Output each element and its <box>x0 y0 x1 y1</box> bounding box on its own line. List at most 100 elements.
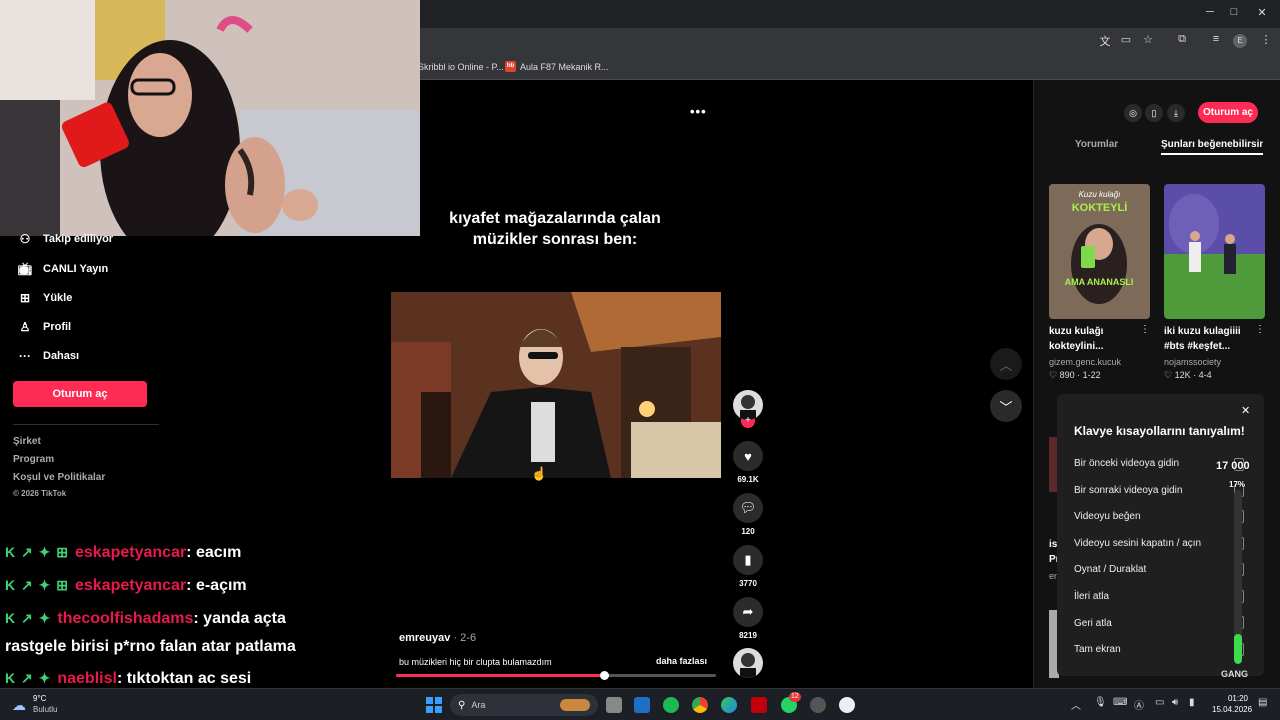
translate-icon[interactable]: 文 <box>1097 33 1113 49</box>
battery-icon[interactable]: ▮ <box>1189 697 1195 708</box>
tab-recommended[interactable]: Şunları beğenebilirsin <box>1161 139 1263 150</box>
card-likes: 890 <box>1059 370 1075 380</box>
cast-icon[interactable]: ▭ <box>1118 33 1134 46</box>
music-disc-icon[interactable] <box>733 648 763 678</box>
more-link[interactable]: daha fazlası <box>656 656 707 666</box>
weather-desc: Bulutlu <box>33 705 58 714</box>
sidebar-item-upload[interactable]: ⊞ Yükle <box>16 291 72 305</box>
edge-icon[interactable] <box>721 697 737 713</box>
video-progress-track[interactable] <box>396 671 716 680</box>
profile-icon: ♙ <box>19 320 31 334</box>
minimize-icon[interactable]: ─ <box>1200 6 1220 18</box>
windows-start-icon[interactable] <box>426 697 442 713</box>
comment-action[interactable]: 💬︎ 120 <box>732 493 764 536</box>
volume-icon[interactable]: 🔊︎ <box>1172 697 1178 708</box>
close-icon[interactable]: ✕ <box>1241 404 1250 417</box>
save-action[interactable]: ▮ 3770 <box>732 545 764 588</box>
clock-time[interactable]: 01:20 <box>1224 694 1248 703</box>
footer-link-program[interactable]: Program <box>13 454 54 465</box>
bookmark-icon[interactable]: ▮ <box>733 545 763 575</box>
game-app-icon[interactable] <box>810 697 826 713</box>
like-count: 69.1K <box>737 475 759 484</box>
chat-text: : e-açım <box>186 577 247 594</box>
shortcut-label: Oynat / Duraklat <box>1074 564 1147 575</box>
video-author-line: emreuyav · 2-6 <box>399 632 477 644</box>
chat-message: K ↗ ✦ naeblisl: tıktoktan ac sesi <box>5 670 251 688</box>
card-title[interactable]: kuzu kulağı kokteylini... <box>1049 324 1139 354</box>
microphone-icon[interactable]: 🎙︎ <box>1094 697 1107 708</box>
clock-date[interactable]: 15.04.2026 <box>1212 705 1252 714</box>
card-menu-icon[interactable]: ⋮ <box>1255 324 1265 335</box>
next-video-button[interactable]: ﹀ <box>990 390 1022 422</box>
card-stats: ♡ 890 · 1-22 <box>1049 370 1101 380</box>
sidebar-item-more[interactable]: ··· Dahası <box>16 349 79 363</box>
taskbar-search-box[interactable]: ⚲ Ara <box>450 694 598 716</box>
comment-icon[interactable]: 💬︎ <box>733 493 763 523</box>
weather-temp[interactable]: 9°C <box>33 694 46 703</box>
video-player[interactable] <box>391 292 721 478</box>
chrome-menu-icon[interactable]: ⋮ <box>1258 33 1274 46</box>
following-icon: ⚇ <box>19 232 31 246</box>
notification-icon[interactable]: ▤ <box>1258 697 1267 708</box>
sidebar-item-following[interactable]: ⚇ Takip ediliyor <box>16 232 113 246</box>
card-likes: 12K <box>1174 370 1191 380</box>
footer-link-terms[interactable]: Koşul ve Politikalar <box>13 472 105 483</box>
network-icon[interactable]: ▭ <box>1155 697 1164 708</box>
like-action[interactable]: ♥ 69.1K <box>732 441 764 484</box>
previous-video-button[interactable]: ︿ <box>990 348 1022 380</box>
music-disc-action[interactable] <box>732 648 764 678</box>
chat-text: : eacım <box>186 544 242 561</box>
shortcut-label: İleri atla <box>1074 591 1110 602</box>
chrome-icon[interactable] <box>692 697 708 713</box>
chat-text: : yanda açta <box>193 610 286 627</box>
sidebar-item-live[interactable]: 📺︎ CANLI Yayın <box>16 262 108 276</box>
recommended-thumbnail[interactable]: Kuzu kulağı KOKTEYLİ AMA ANANASLI <box>1049 184 1150 319</box>
profile-avatar-icon[interactable]: E <box>1233 34 1247 48</box>
recommended-thumbnail[interactable] <box>1164 184 1265 319</box>
chat-text: : tıktoktan ac sesi <box>116 670 252 687</box>
task-view-icon[interactable] <box>606 697 622 713</box>
star-icon[interactable]: ☆ <box>1140 33 1156 46</box>
download-icon[interactable]: ⤓ <box>1167 104 1185 122</box>
park-thumbnail-image <box>1164 184 1265 319</box>
share-icon[interactable]: ➦ <box>733 597 763 627</box>
video-menu-icon[interactable]: ••• <box>690 104 707 119</box>
photos-app-icon[interactable] <box>634 697 650 713</box>
language-icon[interactable]: Ⓐ <box>1134 697 1144 712</box>
card-menu-icon[interactable]: ⋮ <box>1140 324 1150 335</box>
maximize-icon[interactable]: □ <box>1224 6 1244 18</box>
caption-line: müzikler sonrası ben: <box>472 231 638 248</box>
header-login-button[interactable]: Oturum aç <box>1198 102 1258 123</box>
obs-icon[interactable] <box>839 697 855 713</box>
sidebar-item-profile[interactable]: ♙ Profil <box>16 320 72 334</box>
sidebar-login-button[interactable]: Oturum aç <box>13 381 147 407</box>
keyboard-shortcuts-popup: ✕ Klavye kısayollarını tanıyalım! Bir ön… <box>1057 394 1264 676</box>
close-icon[interactable]: ✕ <box>1252 6 1272 19</box>
card-title-line: kuzu kulağı <box>1049 326 1104 337</box>
bookmark-aula[interactable]: Aula F87 Mekanik R... <box>520 62 609 72</box>
extensions-icon[interactable]: ⧉ <box>1174 33 1190 46</box>
netflix-icon[interactable] <box>751 697 767 713</box>
chat-message: K ↗ ✦ ⊞ eskapetyancar: e-açım <box>5 577 247 595</box>
coin-icon[interactable]: ◎ <box>1124 104 1142 122</box>
share-action[interactable]: ➦ 8219 <box>732 597 764 640</box>
device-icon[interactable]: ▯ <box>1145 104 1163 122</box>
author-avatar-action[interactable]: + <box>732 390 764 428</box>
video-progress-knob[interactable] <box>600 671 609 680</box>
footer-link-company[interactable]: Şirket <box>13 436 41 447</box>
cloud-icon: ☁ <box>12 697 26 713</box>
author-name[interactable]: emreuyav <box>399 632 450 644</box>
chevron-up-icon[interactable]: ︿ <box>1071 697 1081 712</box>
keyboard-icon[interactable]: ⌨ <box>1113 697 1127 708</box>
share-count: 8219 <box>739 631 757 640</box>
shortcut-label: Videoyu beğen <box>1074 511 1141 522</box>
card-username[interactable]: nojamssociety <box>1164 357 1221 367</box>
reading-list-icon[interactable]: ≡ <box>1208 33 1224 45</box>
spotify-icon[interactable] <box>663 697 679 713</box>
card-username[interactable]: gizem.genc.kucuk <box>1049 357 1121 367</box>
bookmark-skribbl[interactable]: Skribbl io Online - P... <box>418 62 504 72</box>
card-title[interactable]: iki kuzu kulagiiii #bts #keşfet... <box>1164 324 1254 354</box>
sidebar-item-label: Yükle <box>43 292 73 304</box>
tab-comments[interactable]: Yorumlar <box>1075 139 1118 150</box>
heart-icon[interactable]: ♥ <box>733 441 763 471</box>
